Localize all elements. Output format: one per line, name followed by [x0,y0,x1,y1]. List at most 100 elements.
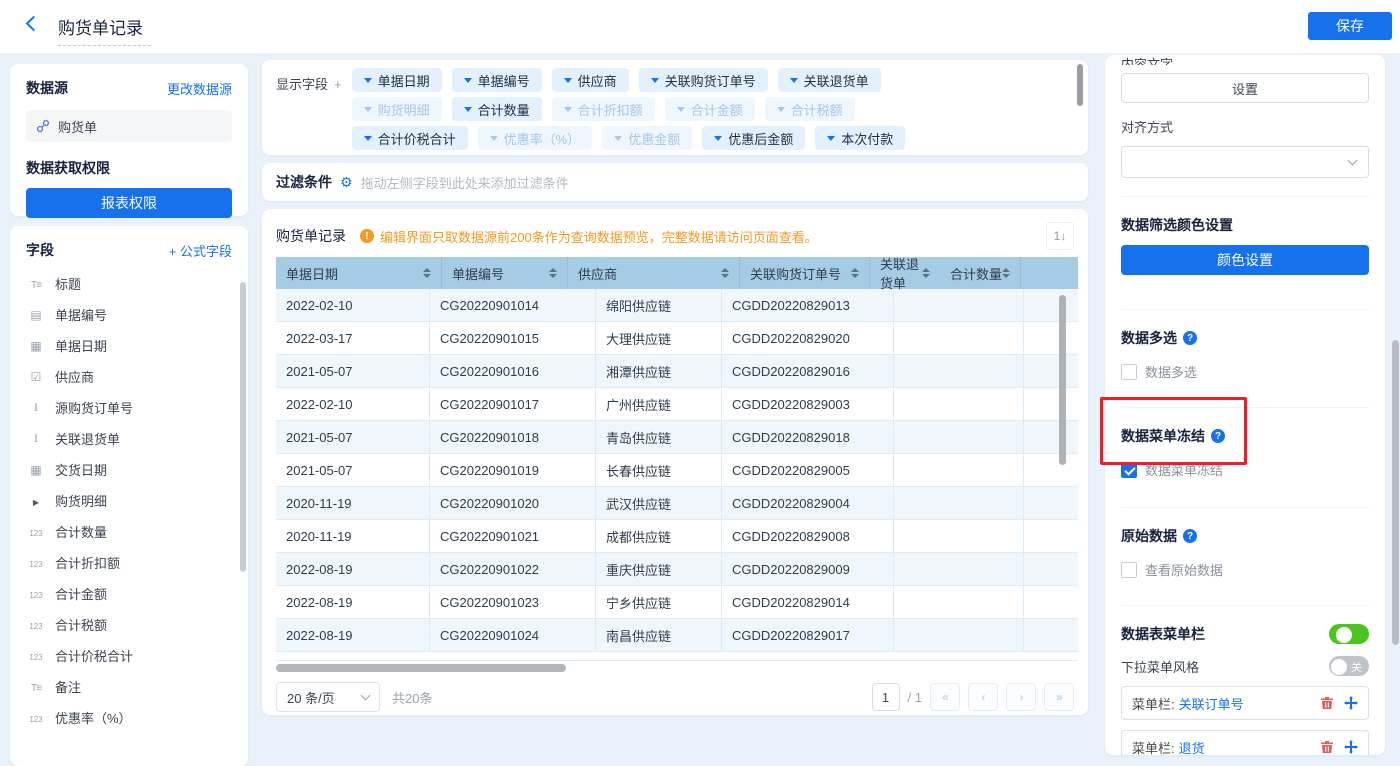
table-row[interactable]: 2020-11-19 CG20220901021 成都供应链 CGDD20220… [276,520,1078,553]
field-list-item[interactable]: 备注 [26,671,232,702]
column-header[interactable]: 关联购货订单号 [740,257,870,289]
table-row[interactable]: 2022-08-19 CG20220901022 重庆供应链 CGDD20220… [276,553,1078,586]
delete-icon[interactable] [1320,740,1334,754]
menu-bar-item[interactable]: 菜单栏: 退货 [1121,730,1369,755]
field-list-item[interactable]: 单据编号 [26,299,232,330]
table-row[interactable]: 2021-05-07 CG20220901019 长春供应链 CGDD20220… [276,454,1078,487]
field-list-item[interactable]: 购货明细 [26,485,232,516]
page-scrollbar[interactable] [1392,340,1399,645]
column-header[interactable]: 单据编号 [442,257,568,289]
fields-scrollbar[interactable] [240,282,246,572]
field-list-item[interactable]: 合计金额 [26,578,232,609]
display-field-chip[interactable]: 关联购货订单号 [638,68,768,92]
gear-icon[interactable]: ⚙ [340,174,353,191]
display-field-chip[interactable]: 合计价税合计 [351,126,468,150]
menu-bar-toggle[interactable]: 开 [1329,624,1369,644]
sort-icon[interactable] [549,268,557,278]
table-row[interactable]: 2022-02-10 CG20220901017 广州供应链 CGDD20220… [276,388,1078,421]
table-vertical-scrollbar[interactable] [1059,295,1066,465]
field-list-item[interactable]: 源购货订单号 [26,392,232,423]
sort-icon[interactable] [1002,268,1011,278]
sort-icon[interactable] [721,268,729,278]
page-input[interactable] [871,683,900,711]
change-datasource-link[interactable]: 更改数据源 [167,79,232,98]
display-field-chip[interactable]: 合计折扣额 [551,97,655,121]
datasource-item[interactable]: 购货单 [26,110,232,142]
menu-item-name[interactable]: 退货 [1179,738,1205,756]
chevron-down-icon [827,135,836,141]
next-page-button[interactable]: › [1006,683,1036,711]
table-row[interactable]: 2020-11-19 CG20220901020 武汉供应链 CGDD20220… [276,487,1078,520]
sort-icon[interactable] [922,268,930,278]
table-row[interactable]: 2022-02-10 CG20220901014 绵阳供应链 CGDD20220… [276,289,1078,322]
table-body: 2022-02-10 CG20220901014 绵阳供应链 CGDD20220… [276,289,1078,652]
warning-icon: ! [360,229,374,243]
display-fields-scrollbar[interactable] [1077,64,1083,106]
field-list-item[interactable]: 标题 [26,268,232,299]
display-field-chip[interactable]: 合计金额 [664,97,755,121]
dropdown-style-toggle[interactable]: 关 [1329,656,1369,676]
display-field-chip[interactable]: 购货明细 [351,97,442,121]
align-select[interactable] [1121,146,1369,178]
table-horizontal-scrollbar[interactable] [276,664,1078,672]
table-row[interactable]: 2021-05-07 CG20220901018 青岛供应链 CGDD20220… [276,421,1078,454]
page-size-select[interactable]: 20 条/页 [276,682,380,712]
multi-select-row: 数据多选 [1121,362,1369,381]
color-settings-button[interactable]: 颜色设置 [1121,245,1369,275]
add-field-icon[interactable]: + [334,77,342,92]
display-field-chip[interactable]: 单据编号 [451,68,542,92]
sort-icon[interactable] [851,268,859,278]
menu-bar-item[interactable]: 菜单栏: 关联订单号 [1121,686,1369,720]
field-list-item[interactable]: 合计数量 [26,516,232,547]
delete-icon[interactable] [1320,696,1334,710]
move-icon[interactable] [1344,740,1358,754]
filter-card[interactable]: 过滤条件 ⚙ 拖动左侧字段到此处来添加过滤条件 [262,163,1088,201]
column-header[interactable]: 合计数量 [940,257,1022,289]
move-icon[interactable] [1344,696,1358,710]
report-permission-button[interactable]: 报表权限 [26,188,232,218]
field-list-item[interactable]: 单据日期 [26,330,232,361]
display-field-chip[interactable]: 优惠率（%） [477,126,593,150]
table-row[interactable]: 2022-03-17 CG20220901015 大理供应链 CGDD20220… [276,322,1078,355]
field-list-item[interactable]: 关联退货单 [26,423,232,454]
help-icon[interactable]: ? [1183,331,1197,345]
prev-page-button[interactable]: ‹ [968,683,998,711]
field-list-item[interactable]: 合计价税合计 [26,640,232,671]
table-row[interactable]: 2021-05-07 CG20220901016 湘潭供应链 CGDD20220… [276,355,1078,388]
formula-field-link[interactable]: + 公式字段 [169,241,232,260]
display-field-chip[interactable]: 单据日期 [351,68,442,92]
field-list-item[interactable]: 交货日期 [26,454,232,485]
help-icon[interactable]: ? [1183,529,1197,543]
save-button[interactable]: 保存 [1308,12,1392,40]
column-header[interactable]: 单据日期 [276,257,442,289]
field-list-item[interactable]: 合计税额 [26,609,232,640]
table-sort-button[interactable]: 1↓ [1046,222,1074,250]
display-field-chip[interactable]: 优惠后金额 [702,126,806,150]
sort-icon[interactable] [423,268,431,278]
cell-return-order [894,322,1024,354]
settings-button[interactable]: 设置 [1121,73,1369,103]
back-icon[interactable] [25,15,42,32]
display-field-chip[interactable]: 合计数量 [451,97,542,121]
cell-total-qty [1024,586,1078,618]
multi-select-checkbox[interactable] [1121,363,1137,380]
table-row[interactable]: 2022-08-19 CG20220901024 南昌供应链 CGDD20220… [276,619,1078,652]
last-page-button[interactable]: » [1044,683,1074,711]
display-field-chip[interactable]: 供应商 [551,68,629,92]
display-field-chip[interactable]: 关联退货单 [777,68,881,92]
freeze-checkbox[interactable] [1121,461,1137,478]
field-list-item[interactable]: 合计折扣额 [26,547,232,578]
field-list-item[interactable]: 优惠率（%） [26,702,232,733]
display-field-chip[interactable]: 优惠金额 [602,126,693,150]
column-header[interactable]: 关联退货单 [870,257,940,291]
display-field-chip[interactable]: 本次付款 [815,126,906,150]
display-field-chip[interactable]: 合计税额 [764,97,855,121]
field-list-item[interactable]: 供应商 [26,361,232,392]
menu-item-name[interactable]: 关联订单号 [1179,694,1244,713]
help-icon[interactable]: ? [1211,429,1225,443]
column-header[interactable]: 供应商 [568,257,740,289]
first-page-button[interactable]: « [930,683,960,711]
raw-data-checkbox[interactable] [1121,561,1137,578]
table-row[interactable]: 2022-08-19 CG20220901023 宁乡供应链 CGDD20220… [276,586,1078,619]
cell-doc-date: 2022-08-19 [276,553,430,585]
